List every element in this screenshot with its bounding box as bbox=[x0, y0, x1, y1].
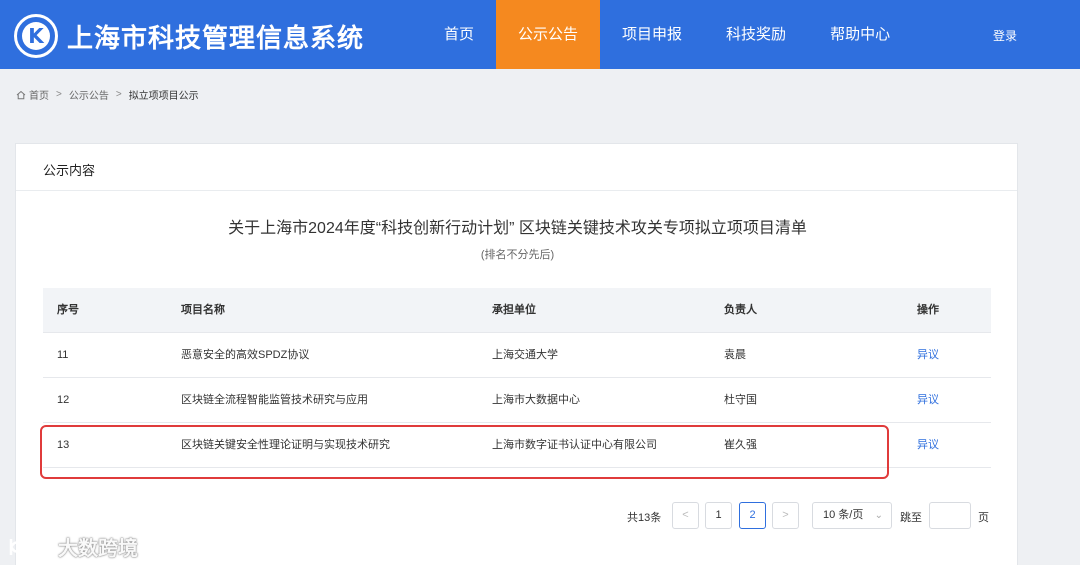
pagination-prev-button[interactable]: < bbox=[672, 502, 699, 529]
nav-home[interactable]: 首页 bbox=[422, 0, 496, 69]
objection-link[interactable]: 异议 bbox=[917, 333, 939, 378]
nav-project-application[interactable]: 项目申报 bbox=[600, 0, 704, 69]
page-suffix-label: 页 bbox=[978, 512, 989, 524]
header-leader: 负责人 bbox=[724, 304, 757, 316]
row-organization: 上海市数字证书认证中心有限公司 bbox=[492, 439, 657, 451]
watermark: 大数跨境 bbox=[8, 532, 138, 561]
breadcrumb-home[interactable]: 首页 bbox=[29, 87, 49, 102]
pagination-next-button[interactable]: > bbox=[772, 502, 799, 529]
site-title[interactable]: 上海市科技管理信息系统 bbox=[67, 18, 364, 55]
home-icon bbox=[16, 90, 26, 99]
breadcrumb-current: 拟立项项目公示 bbox=[128, 91, 199, 102]
objection-link[interactable]: 异议 bbox=[917, 423, 939, 468]
watermark-text: 大数跨境 bbox=[58, 538, 138, 560]
header-project-name: 项目名称 bbox=[181, 304, 225, 316]
nav-help-center[interactable]: 帮助中心 bbox=[808, 0, 912, 69]
chevron-down-icon: ⌄ bbox=[874, 510, 883, 521]
row-no: 13 bbox=[57, 439, 70, 451]
row-project-name: 区块链全流程智能监管技术研究与应用 bbox=[181, 394, 368, 406]
breadcrumb-separator: > bbox=[56, 89, 62, 100]
login-link[interactable]: 登录 bbox=[993, 27, 1017, 44]
card-title: 公示内容 bbox=[43, 163, 96, 178]
table-row: 13 区块链关键安全性理论证明与实现技术研究 上海市数字证书认证中心有限公司 崔… bbox=[43, 423, 991, 468]
top-header: K 上海市科技管理信息系统 首页 公示公告 项目申报 科技奖励 帮助中心 登录 bbox=[0, 0, 1080, 69]
breadcrumb: 首页 > 公示公告 > 拟立项项目公示 bbox=[16, 87, 199, 102]
breadcrumb-bar: 首页 > 公示公告 > 拟立项项目公示 bbox=[0, 69, 1080, 118]
row-project-name: 恶意安全的高效SPDZ协议 bbox=[181, 349, 310, 361]
table-header-row: 序号 项目名称 承担单位 负责人 操作 bbox=[43, 288, 991, 333]
header-action: 操作 bbox=[917, 304, 939, 316]
table-row: 11 恶意安全的高效SPDZ协议 上海交通大学 袁晨 异议 bbox=[43, 333, 991, 378]
pagination-page-1[interactable]: 1 bbox=[705, 502, 732, 529]
list-subtitle: (排名不分先后) bbox=[480, 249, 555, 261]
row-project-name: 区块链关键安全性理论证明与实现技术研究 bbox=[181, 439, 390, 451]
header-no: 序号 bbox=[57, 304, 79, 316]
row-leader: 袁晨 bbox=[724, 349, 746, 361]
watermark-logo-icon bbox=[9, 537, 54, 555]
row-organization: 上海市大数据中心 bbox=[492, 394, 580, 406]
row-organization: 上海交通大学 bbox=[492, 349, 558, 361]
jump-page-input[interactable] bbox=[929, 502, 971, 529]
page-size-select[interactable]: 10 条/页 ⌄ bbox=[812, 502, 892, 529]
site-logo[interactable]: K bbox=[14, 14, 58, 58]
pagination-total: 共13条 bbox=[627, 512, 662, 524]
objection-link[interactable]: 异议 bbox=[917, 378, 939, 423]
row-no: 12 bbox=[57, 394, 70, 406]
row-leader: 杜守国 bbox=[724, 394, 757, 406]
nav-awards[interactable]: 科技奖励 bbox=[704, 0, 808, 69]
card-header: 公示内容 bbox=[16, 144, 1017, 191]
logo-letter: K bbox=[22, 22, 50, 50]
breadcrumb-announcements[interactable]: 公示公告 bbox=[69, 87, 109, 102]
row-no: 11 bbox=[57, 349, 69, 361]
breadcrumb-separator: > bbox=[115, 89, 122, 100]
project-table: 序号 项目名称 承担单位 负责人 操作 11 恶意安全的高效SPDZ协议 上海交… bbox=[43, 288, 991, 468]
pagination-page-2[interactable]: 2 bbox=[739, 502, 766, 529]
jump-label: 跳至 bbox=[900, 512, 922, 524]
list-title: 关于上海市2024年度“科技创新行动计划” 区块链关键技术攻关专项拟立项项目清单 bbox=[228, 220, 807, 237]
header-organization: 承担单位 bbox=[492, 304, 536, 316]
table-row: 12 区块链全流程智能监管技术研究与应用 上海市大数据中心 杜守国 异议 bbox=[43, 378, 991, 423]
main-nav: 首页 公示公告 项目申报 科技奖励 帮助中心 bbox=[422, 0, 912, 69]
nav-announcements[interactable]: 公示公告 bbox=[496, 0, 601, 69]
row-leader: 崔久强 bbox=[724, 439, 757, 451]
page-size-value: 10 条/页 bbox=[823, 509, 864, 521]
